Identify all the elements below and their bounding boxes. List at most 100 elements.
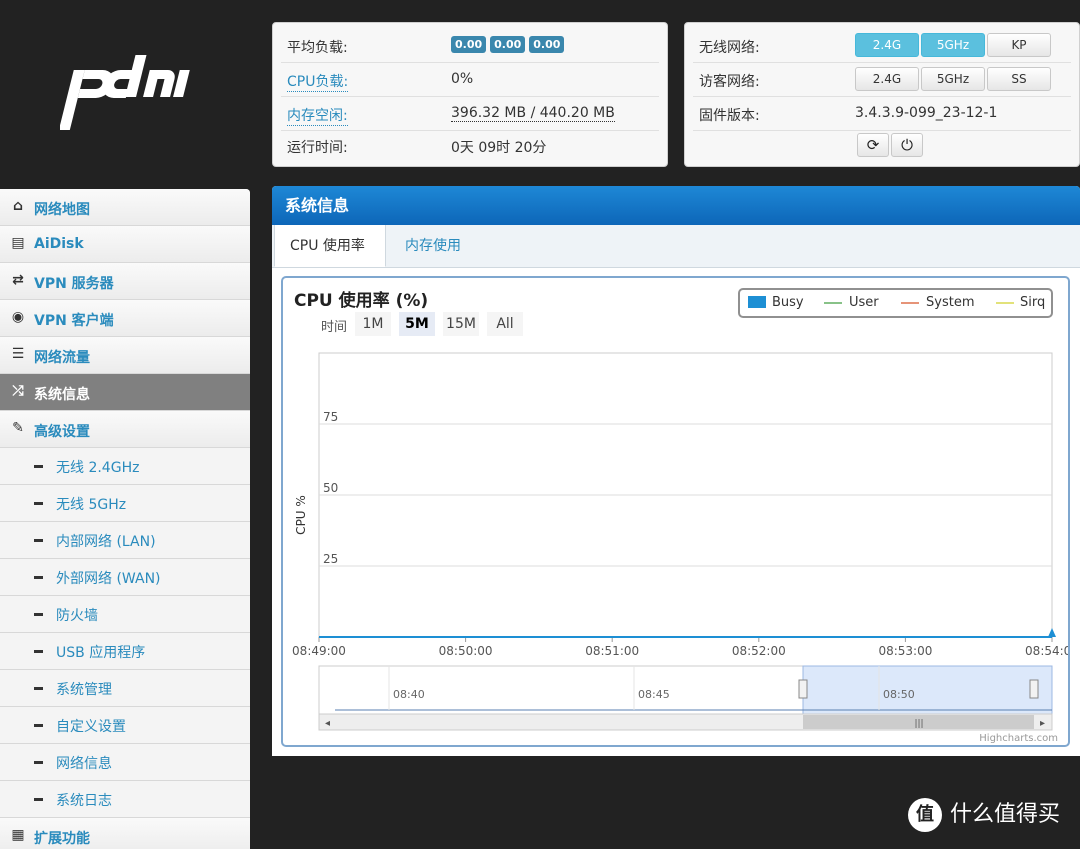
plot-area: CPU % 75 50 25 08:49:00 08:50:00 08:51:00 08:… (292, 352, 1068, 744)
wrench-icon: ✎ (12, 420, 24, 436)
retweet-icon: ⇄ (12, 272, 24, 288)
tab-cpu-usage[interactable]: CPU 使用率 (274, 225, 386, 267)
dash-icon (34, 465, 43, 468)
highcharts-credit: Highcharts.com (979, 733, 1058, 744)
load-badge-5: 0.00 (490, 36, 526, 53)
tasks-icon: ☰ (11, 346, 25, 362)
sidebar-subitem-usb[interactable]: USB 应用程序 (0, 633, 250, 670)
cpu-load-value: 0% (451, 71, 474, 87)
load-badge-1: 0.00 (451, 36, 487, 53)
random-icon: ⤮ (12, 383, 24, 399)
sidebar-subitem-netinfo[interactable]: 网络信息 (0, 744, 250, 781)
sidebar-subitem-wan[interactable]: 外部网络 (WAN) (0, 559, 250, 596)
sidebar-item-extensions[interactable]: ▦ 扩展功能 (0, 818, 250, 849)
sidebar-subitem-label: 网络信息 (56, 756, 112, 772)
scroll-left-arrow-icon: ◂ (325, 718, 330, 729)
memory-free-link[interactable]: 内存空闲: (287, 105, 348, 126)
wireless-5g-button[interactable]: 5GHz (921, 33, 985, 57)
load-values: 0.00 0.00 0.00 (451, 36, 568, 53)
sidebar-subitem-label: 外部网络 (WAN) (56, 571, 161, 587)
x-tick-label: 08:54:00 (1025, 644, 1068, 658)
sidebar-item-advanced[interactable]: ✎ 高级设置 (0, 411, 250, 448)
guest-ss-button[interactable]: SS (987, 67, 1051, 91)
guest-row: 访客网络: 2.4G 5GHz SS (693, 63, 1071, 97)
cpu-row: CPU负载: 0% (281, 63, 659, 97)
sidebar-subitem-firewall[interactable]: 防火墙 (0, 596, 250, 633)
sidebar-subitem-admin[interactable]: 系统管理 (0, 670, 250, 707)
sidebar-subitem-label: USB 应用程序 (56, 645, 146, 661)
dash-icon (34, 761, 43, 764)
memory-free-value: 396.32 MB / 440.20 MB (451, 105, 615, 122)
y-tick-label: 50 (323, 481, 338, 495)
sidebar-item-label: AiDisk (34, 236, 84, 252)
watermark-text: 什么值得买 (950, 802, 1061, 827)
load-label: 平均负载: (287, 40, 348, 56)
navigator-selection (802, 665, 1053, 715)
power-icon[interactable]: ⏻ (891, 133, 923, 157)
navigator-left-handle (798, 679, 808, 699)
watermark-logo-icon: 值 (908, 798, 942, 832)
guest-5g-button[interactable]: 5GHz (921, 67, 985, 91)
globe-icon: ◉ (11, 309, 25, 325)
dash-icon (34, 502, 43, 505)
wireless-2g-button[interactable]: 2.4G (855, 33, 919, 57)
dash-icon (34, 687, 43, 690)
sidebar-item-label: 网络地图 (34, 202, 90, 218)
sidebar: ⌂ 网络地图 ▤ AiDisk ⇄ VPN 服务器 ◉ VPN 客户端 ☰ 网络… (0, 189, 250, 849)
dash-icon (34, 798, 43, 801)
dash-icon (34, 613, 43, 616)
dash-icon (34, 724, 43, 727)
wireless-row: 无线网络: 2.4G 5GHz KP (693, 29, 1071, 63)
firmware-row: 固件版本: 3.4.3.9-099_23-12-1 (693, 97, 1071, 131)
uptime-label: 运行时间: (287, 140, 348, 156)
y-axis-label: CPU % (294, 495, 308, 535)
action-row: ⟳ ⏻ (693, 129, 1071, 162)
wireless-label: 无线网络: (699, 40, 760, 56)
system-info-panel: 系统信息 CPU 使用率 内存使用 CPU 使用率 (%) 时间 1M 5M 1… (272, 186, 1080, 756)
navigator-tick-label: 08:45 (638, 688, 670, 701)
sidebar-item-vpn-client[interactable]: ◉ VPN 客户端 (0, 300, 250, 337)
navigator-tick-label: 08:40 (393, 688, 425, 701)
sidebar-item-traffic[interactable]: ☰ 网络流量 (0, 337, 250, 374)
refresh-icon[interactable]: ⟳ (857, 133, 889, 157)
tab-memory-usage[interactable]: 内存使用 (390, 225, 476, 267)
action-buttons: ⟳ ⏻ (857, 133, 925, 157)
wireless-kp-button[interactable]: KP (987, 33, 1051, 57)
sidebar-subitem-syslog[interactable]: 系统日志 (0, 781, 250, 818)
sidebar-subitem-lan[interactable]: 内部网络 (LAN) (0, 522, 250, 559)
sidebar-item-system-info[interactable]: ⤮ 系统信息 (0, 374, 250, 411)
sidebar-subitem-wireless-5[interactable]: 无线 5GHz (0, 485, 250, 522)
sidebar-subitem-label: 内部网络 (LAN) (56, 534, 156, 550)
dash-icon (34, 650, 43, 653)
sidebar-subitem-wireless-24[interactable]: 无线 2.4GHz (0, 448, 250, 485)
disk-icon: ▤ (11, 235, 25, 251)
firmware-version-link[interactable]: 3.4.3.9-099_23-12-1 (855, 105, 997, 121)
memory-row: 内存空闲: 396.32 MB / 440.20 MB (281, 97, 659, 131)
scrollbar-grip-icon: ||| (914, 719, 923, 729)
guest-2g-button[interactable]: 2.4G (855, 67, 919, 91)
sidebar-item-vpn-server[interactable]: ⇄ VPN 服务器 (0, 263, 250, 300)
x-tick-label: 08:53:00 (878, 644, 932, 658)
load-row: 平均负载: 0.00 0.00 0.00 (281, 29, 659, 63)
sidebar-item-label: 系统信息 (34, 387, 90, 403)
sidebar-item-aidisk[interactable]: ▤ AiDisk (0, 226, 250, 263)
x-tick-label: 08:52:00 (732, 644, 786, 658)
cpu-load-link[interactable]: CPU负载: (287, 71, 349, 92)
dash-icon (34, 539, 43, 542)
sidebar-subitem-label: 系统日志 (56, 793, 112, 809)
wireless-panel: 无线网络: 2.4G 5GHz KP 访客网络: 2.4G 5GHz SS 固件版本: … (684, 22, 1080, 167)
navigator-tick-label: 08:50 (883, 688, 915, 701)
sidebar-item-label: VPN 服务器 (34, 276, 114, 292)
sidebar-item-label: VPN 客户端 (34, 313, 114, 329)
sidebar-subitem-label: 防火墙 (56, 608, 98, 624)
cpu-chart: CPU 使用率 (%) 时间 1M 5M 15M All Busy User S… (281, 276, 1070, 747)
system-status-panel: 平均负载: 0.00 0.00 0.00 CPU负载: 0% 内存空闲: 396.3… (272, 22, 668, 167)
y-tick-label: 25 (323, 552, 338, 566)
y-tick-label: 75 (323, 410, 338, 424)
scroll-right-arrow-icon: ▸ (1040, 718, 1045, 729)
navigator-right-handle (1029, 679, 1039, 699)
sidebar-item-network-map[interactable]: ⌂ 网络地图 (0, 189, 250, 226)
x-tick-label: 08:50:00 (439, 644, 493, 658)
logo (60, 55, 190, 130)
sidebar-subitem-custom[interactable]: 自定义设置 (0, 707, 250, 744)
